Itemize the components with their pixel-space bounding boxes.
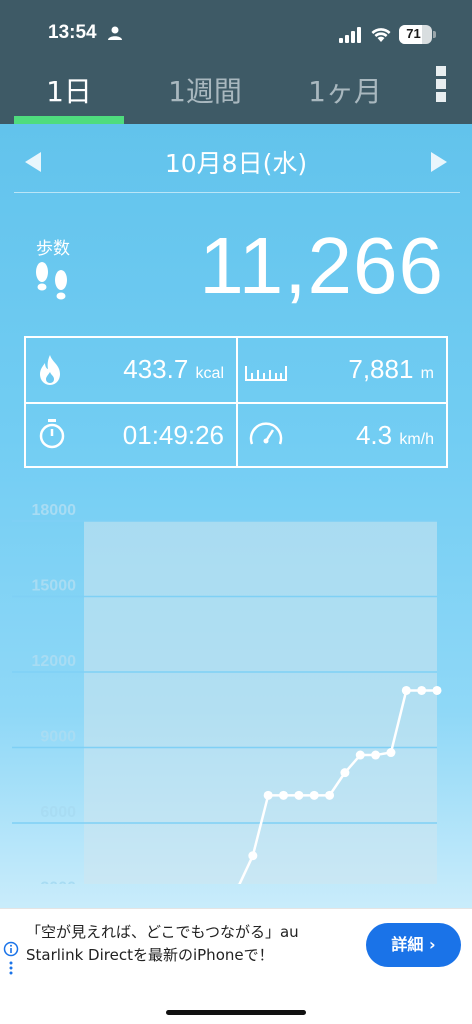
active-tab-indicator [14,116,124,124]
data-point [325,790,335,800]
data-point [340,768,350,778]
data-point [371,750,381,760]
data-point [294,790,304,800]
signal-icon [339,27,361,43]
divider [14,192,460,193]
main-panel: 10月8日(水) 歩数 11,266 433.7 kcal 7,881 m 01… [0,124,472,908]
y-tick-label: 9000 [40,729,76,746]
menu-button[interactable] [436,66,448,102]
y-tick-label: 6000 [40,804,76,821]
ad-banner[interactable]: 「空が見えれば、どこでもつながる」au Starlink Directを最新のi… [0,908,472,980]
distance-value: 7,881 [348,354,414,384]
data-point [401,685,411,695]
stopwatch-icon [39,419,65,449]
data-point [309,790,319,800]
speed-stat: 4.3 km/h [356,420,434,451]
ad-text: 「空が見えれば、どこでもつながる」au Starlink Directを最新のi… [26,923,299,964]
data-point [279,790,289,800]
data-point [263,790,273,800]
stats-grid: 433.7 kcal 7,881 m 01:49:26 4.3 km/h [24,336,448,468]
data-point [355,750,365,760]
date-label: 10月8日(水) [164,149,308,178]
data-point [432,685,442,695]
distance-unit: m [420,365,434,382]
data-point [417,685,427,695]
calories-value: 433.7 [123,354,189,384]
duration-stat: 01:49:26 [123,420,224,451]
home-indicator [166,1010,306,1015]
data-point [386,748,396,758]
footprints-icon [36,262,67,300]
wifi-icon [371,28,391,42]
menu-dot-icon [436,66,446,76]
date-navigator: 10月8日(水) [0,138,472,188]
info-icon[interactable] [3,941,19,977]
app-header: 13:54 71 1日 1週間 1ヶ月 [0,0,472,124]
speed-unit: km/h [399,431,434,448]
duration-value: 01:49:26 [122,420,224,450]
speedometer-icon [249,422,283,445]
flame-icon [40,355,60,385]
tab-day[interactable]: 1日 [14,70,124,114]
calories-unit: kcal [195,365,224,382]
battery-tip [433,31,436,38]
y-tick-label: 12000 [32,653,77,670]
tab-month[interactable]: 1ヶ月 [290,70,400,114]
steps-label: 歩数 [36,239,70,259]
next-day-arrow-icon[interactable] [431,152,447,172]
y-tick-label: 3000 [40,880,76,885]
previous-day-arrow-icon[interactable] [25,152,41,172]
y-tick-label: 18000 [32,504,77,519]
calories-stat: 433.7 kcal [123,354,224,385]
battery-indicator: 71 [399,25,432,44]
battery-percent: 71 [406,26,421,41]
distance-stat: 7,881 m [348,354,434,385]
menu-dot-icon [436,79,446,89]
status-time: 13:54 [48,22,97,43]
step-chart: 1800015000120009000600030002468101214161… [12,504,442,885]
person-icon [108,26,122,40]
speed-value: 4.3 [355,420,393,450]
ad-details-button[interactable]: 詳細 › [366,923,461,967]
data-point [248,851,258,861]
menu-dot-icon [436,92,446,102]
ruler-icon [245,366,287,381]
y-tick-label: 15000 [32,578,77,595]
grid-divider [26,402,446,404]
steps-count: 11,266 [199,221,444,310]
tab-week[interactable]: 1週間 [150,70,260,114]
